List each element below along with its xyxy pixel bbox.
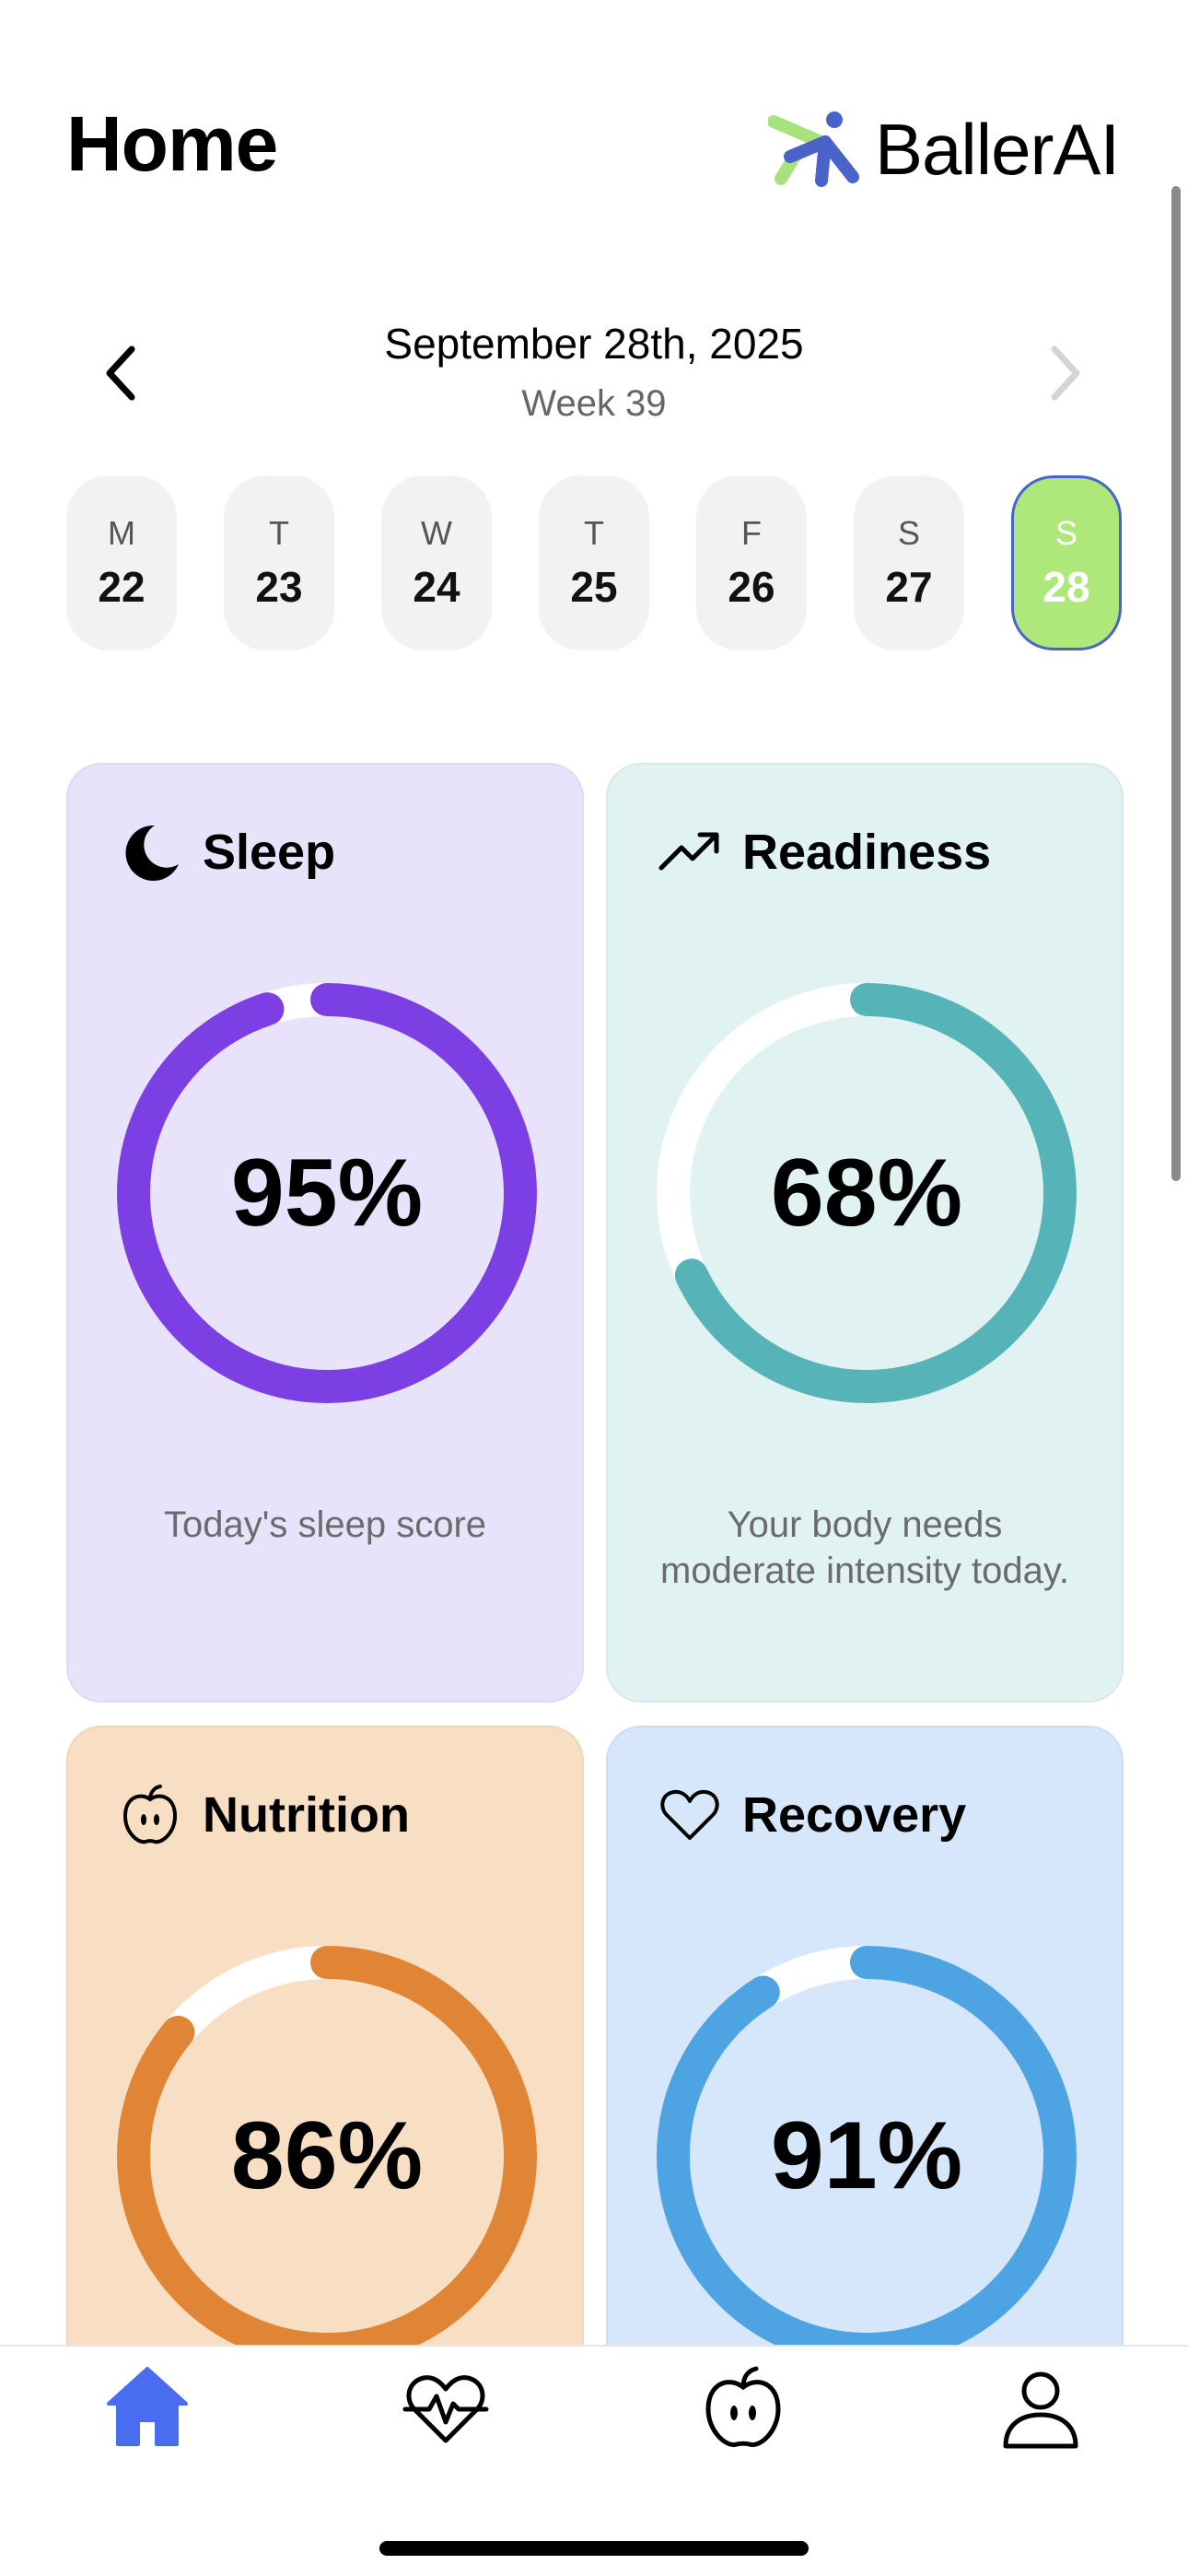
day-letter: T <box>584 514 604 552</box>
nutrition-tab[interactable] <box>693 2357 794 2458</box>
logo-text: BallerAI <box>875 108 1120 190</box>
day-pill[interactable]: S 27 <box>854 475 964 650</box>
day-number: 22 <box>98 563 146 611</box>
day-letter: T <box>269 514 289 552</box>
health-tab[interactable] <box>395 2357 496 2458</box>
chevron-right-icon <box>1051 345 1080 401</box>
day-pill[interactable]: M 22 <box>66 475 177 650</box>
apple-icon <box>122 1785 178 1844</box>
week-label: Week 39 <box>521 383 667 424</box>
day-number: 26 <box>728 563 775 611</box>
day-number: 25 <box>570 563 618 611</box>
heart-pulse-icon <box>402 2375 489 2443</box>
heart-icon <box>660 1789 719 1840</box>
apple-icon <box>705 2366 781 2447</box>
day-number: 28 <box>1042 563 1090 611</box>
scrollbar[interactable] <box>1171 186 1181 1181</box>
sleep-score-value: 95% <box>230 1139 424 1247</box>
moon-icon <box>125 825 179 881</box>
next-week-button[interactable] <box>1024 332 1107 415</box>
day-pill[interactable]: T 25 <box>539 475 649 650</box>
nutrition-score-value: 86% <box>230 2102 424 2209</box>
recovery-score-value: 91% <box>770 2102 963 2209</box>
day-number: 23 <box>255 563 303 611</box>
profile-tab[interactable] <box>990 2357 1091 2458</box>
card-description: Your body needs moderate intensity today… <box>660 1505 1069 1591</box>
trending-up-icon <box>658 832 719 871</box>
card-title: Readiness <box>742 825 992 880</box>
day-letter: S <box>1054 514 1077 552</box>
readiness-card[interactable]: Readiness 68% Your body needs moderate i… <box>606 763 1124 1703</box>
previous-week-button[interactable] <box>79 332 162 415</box>
page-title: Home <box>66 100 278 187</box>
card-description: Today's sleep score <box>163 1505 487 1545</box>
card-title: Sleep <box>203 825 336 880</box>
current-date: September 28th, 2025 <box>384 320 804 368</box>
day-number: 27 <box>885 563 933 611</box>
ballerai-mark-icon <box>768 111 859 187</box>
person-icon <box>1003 2371 1078 2449</box>
day-letter: F <box>741 514 762 552</box>
home-icon <box>107 2367 188 2446</box>
day-number: 24 <box>413 563 460 611</box>
ballerai-logo: BallerAI <box>768 103 1122 195</box>
day-letter: M <box>108 514 135 552</box>
sleep-card[interactable]: Sleep 95% Today's sleep score <box>66 763 584 1703</box>
day-letter: S <box>897 514 920 552</box>
chevron-left-icon <box>106 345 135 401</box>
readiness-score-value: 68% <box>770 1139 963 1247</box>
day-pill[interactable]: W 24 <box>381 475 492 650</box>
day-pill-selected[interactable]: S 28 <box>1011 475 1122 650</box>
home-indicator <box>379 2541 809 2556</box>
day-pill[interactable]: T 23 <box>224 475 334 650</box>
day-pill[interactable]: F 26 <box>696 475 807 650</box>
card-title: Recovery <box>742 1787 967 1843</box>
day-letter: W <box>421 514 452 552</box>
card-title: Nutrition <box>203 1787 410 1843</box>
home-tab[interactable] <box>97 2357 198 2458</box>
